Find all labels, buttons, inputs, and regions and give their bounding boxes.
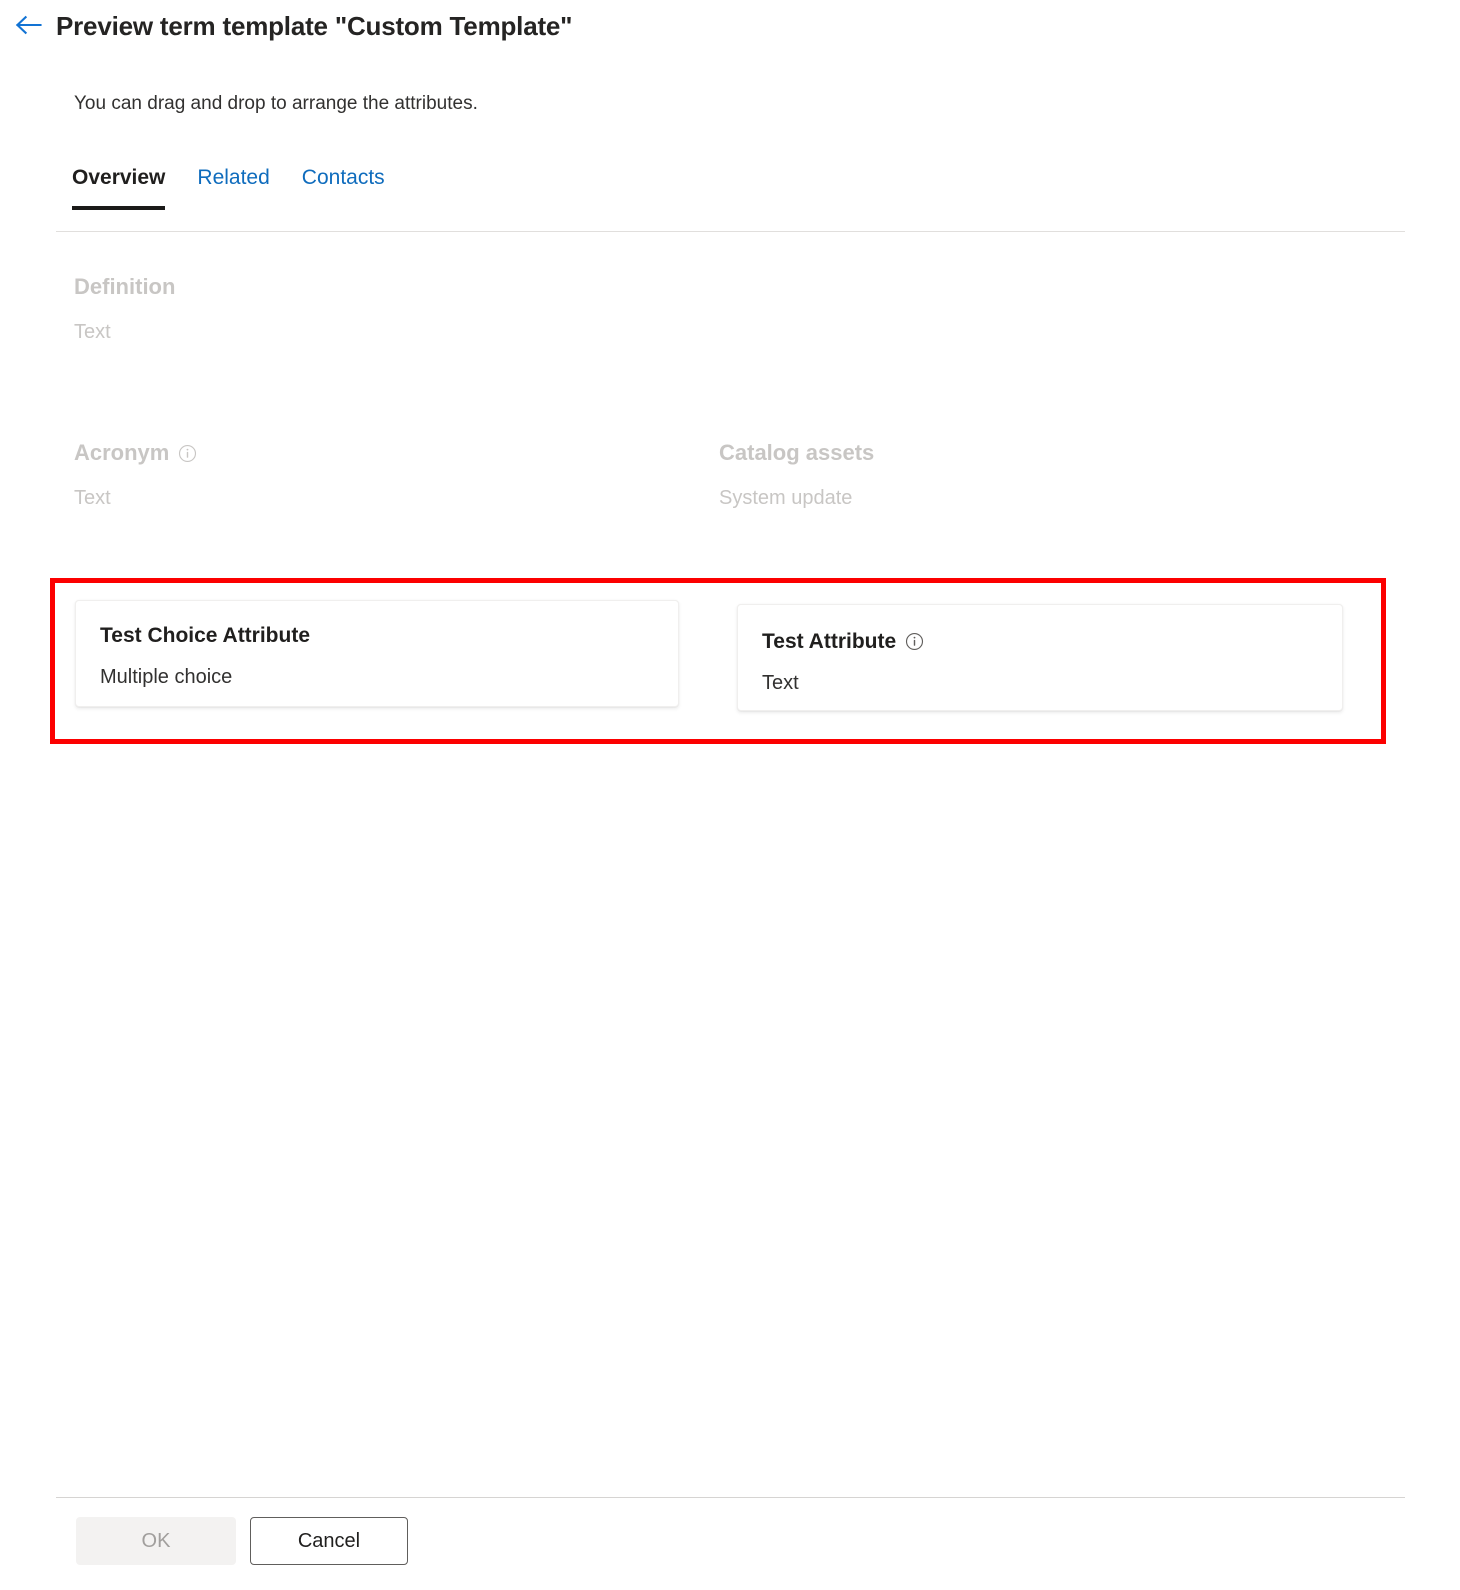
field-catalog-assets-label-text: Catalog assets <box>719 440 874 466</box>
instruction-text: You can drag and drop to arrange the att… <box>74 91 478 118</box>
back-button[interactable] <box>0 2 56 48</box>
tab-baseline-divider <box>56 231 1405 232</box>
attribute-card-test-choice-attribute[interactable]: Test Choice Attribute Multiple choice <box>75 600 679 707</box>
tab-contacts[interactable]: Contacts <box>286 160 401 210</box>
field-definition-label: Definition <box>74 274 175 300</box>
field-catalog-assets: Catalog assets System update <box>719 440 874 510</box>
tab-overview-label: Overview <box>72 166 165 189</box>
attribute-card-type: Text <box>762 671 1318 695</box>
tab-overview[interactable]: Overview <box>56 160 181 210</box>
field-acronym: Acronym Text <box>74 440 197 510</box>
field-definition-value: Text <box>74 320 175 344</box>
ok-button-label: OK <box>142 1530 171 1553</box>
tab-related[interactable]: Related <box>181 160 285 210</box>
field-acronym-label: Acronym <box>74 440 197 466</box>
page-header: Preview term template "Custom Template" <box>0 0 1460 50</box>
arrow-left-icon <box>13 13 43 37</box>
cancel-button[interactable]: Cancel <box>250 1517 408 1565</box>
field-definition-label-text: Definition <box>74 274 175 300</box>
tab-related-label: Related <box>197 166 269 189</box>
cancel-button-label: Cancel <box>298 1530 360 1553</box>
field-acronym-label-text: Acronym <box>74 440 169 466</box>
info-circle-icon[interactable] <box>178 444 197 463</box>
field-acronym-value: Text <box>74 486 197 510</box>
field-definition: Definition Text <box>74 274 175 344</box>
field-catalog-assets-label: Catalog assets <box>719 440 874 466</box>
page-title: Preview term template "Custom Template" <box>56 13 572 39</box>
tab-contacts-label: Contacts <box>302 166 385 189</box>
attribute-card-title: Test Attribute <box>762 629 1318 654</box>
info-circle-icon[interactable] <box>905 632 924 651</box>
field-definition-col: Definition Text <box>74 274 175 344</box>
footer-actions: OK Cancel <box>76 1517 408 1565</box>
field-catalog-assets-value: System update <box>719 486 874 510</box>
tab-bar: Overview Related Contacts <box>56 160 1405 232</box>
attribute-card-type: Multiple choice <box>100 665 654 689</box>
field-acronym-col: Acronym Text <box>74 440 197 510</box>
attribute-card-title: Test Choice Attribute <box>100 623 654 648</box>
field-catalog-assets-col: Catalog assets System update <box>719 440 874 510</box>
attribute-card-title-text: Test Choice Attribute <box>100 623 310 648</box>
tab-strip: Overview Related Contacts <box>56 160 401 210</box>
attribute-card-test-attribute[interactable]: Test Attribute Text <box>737 604 1343 711</box>
ok-button[interactable]: OK <box>76 1517 236 1565</box>
attribute-card-title-text: Test Attribute <box>762 629 896 654</box>
footer-divider <box>56 1497 1405 1498</box>
